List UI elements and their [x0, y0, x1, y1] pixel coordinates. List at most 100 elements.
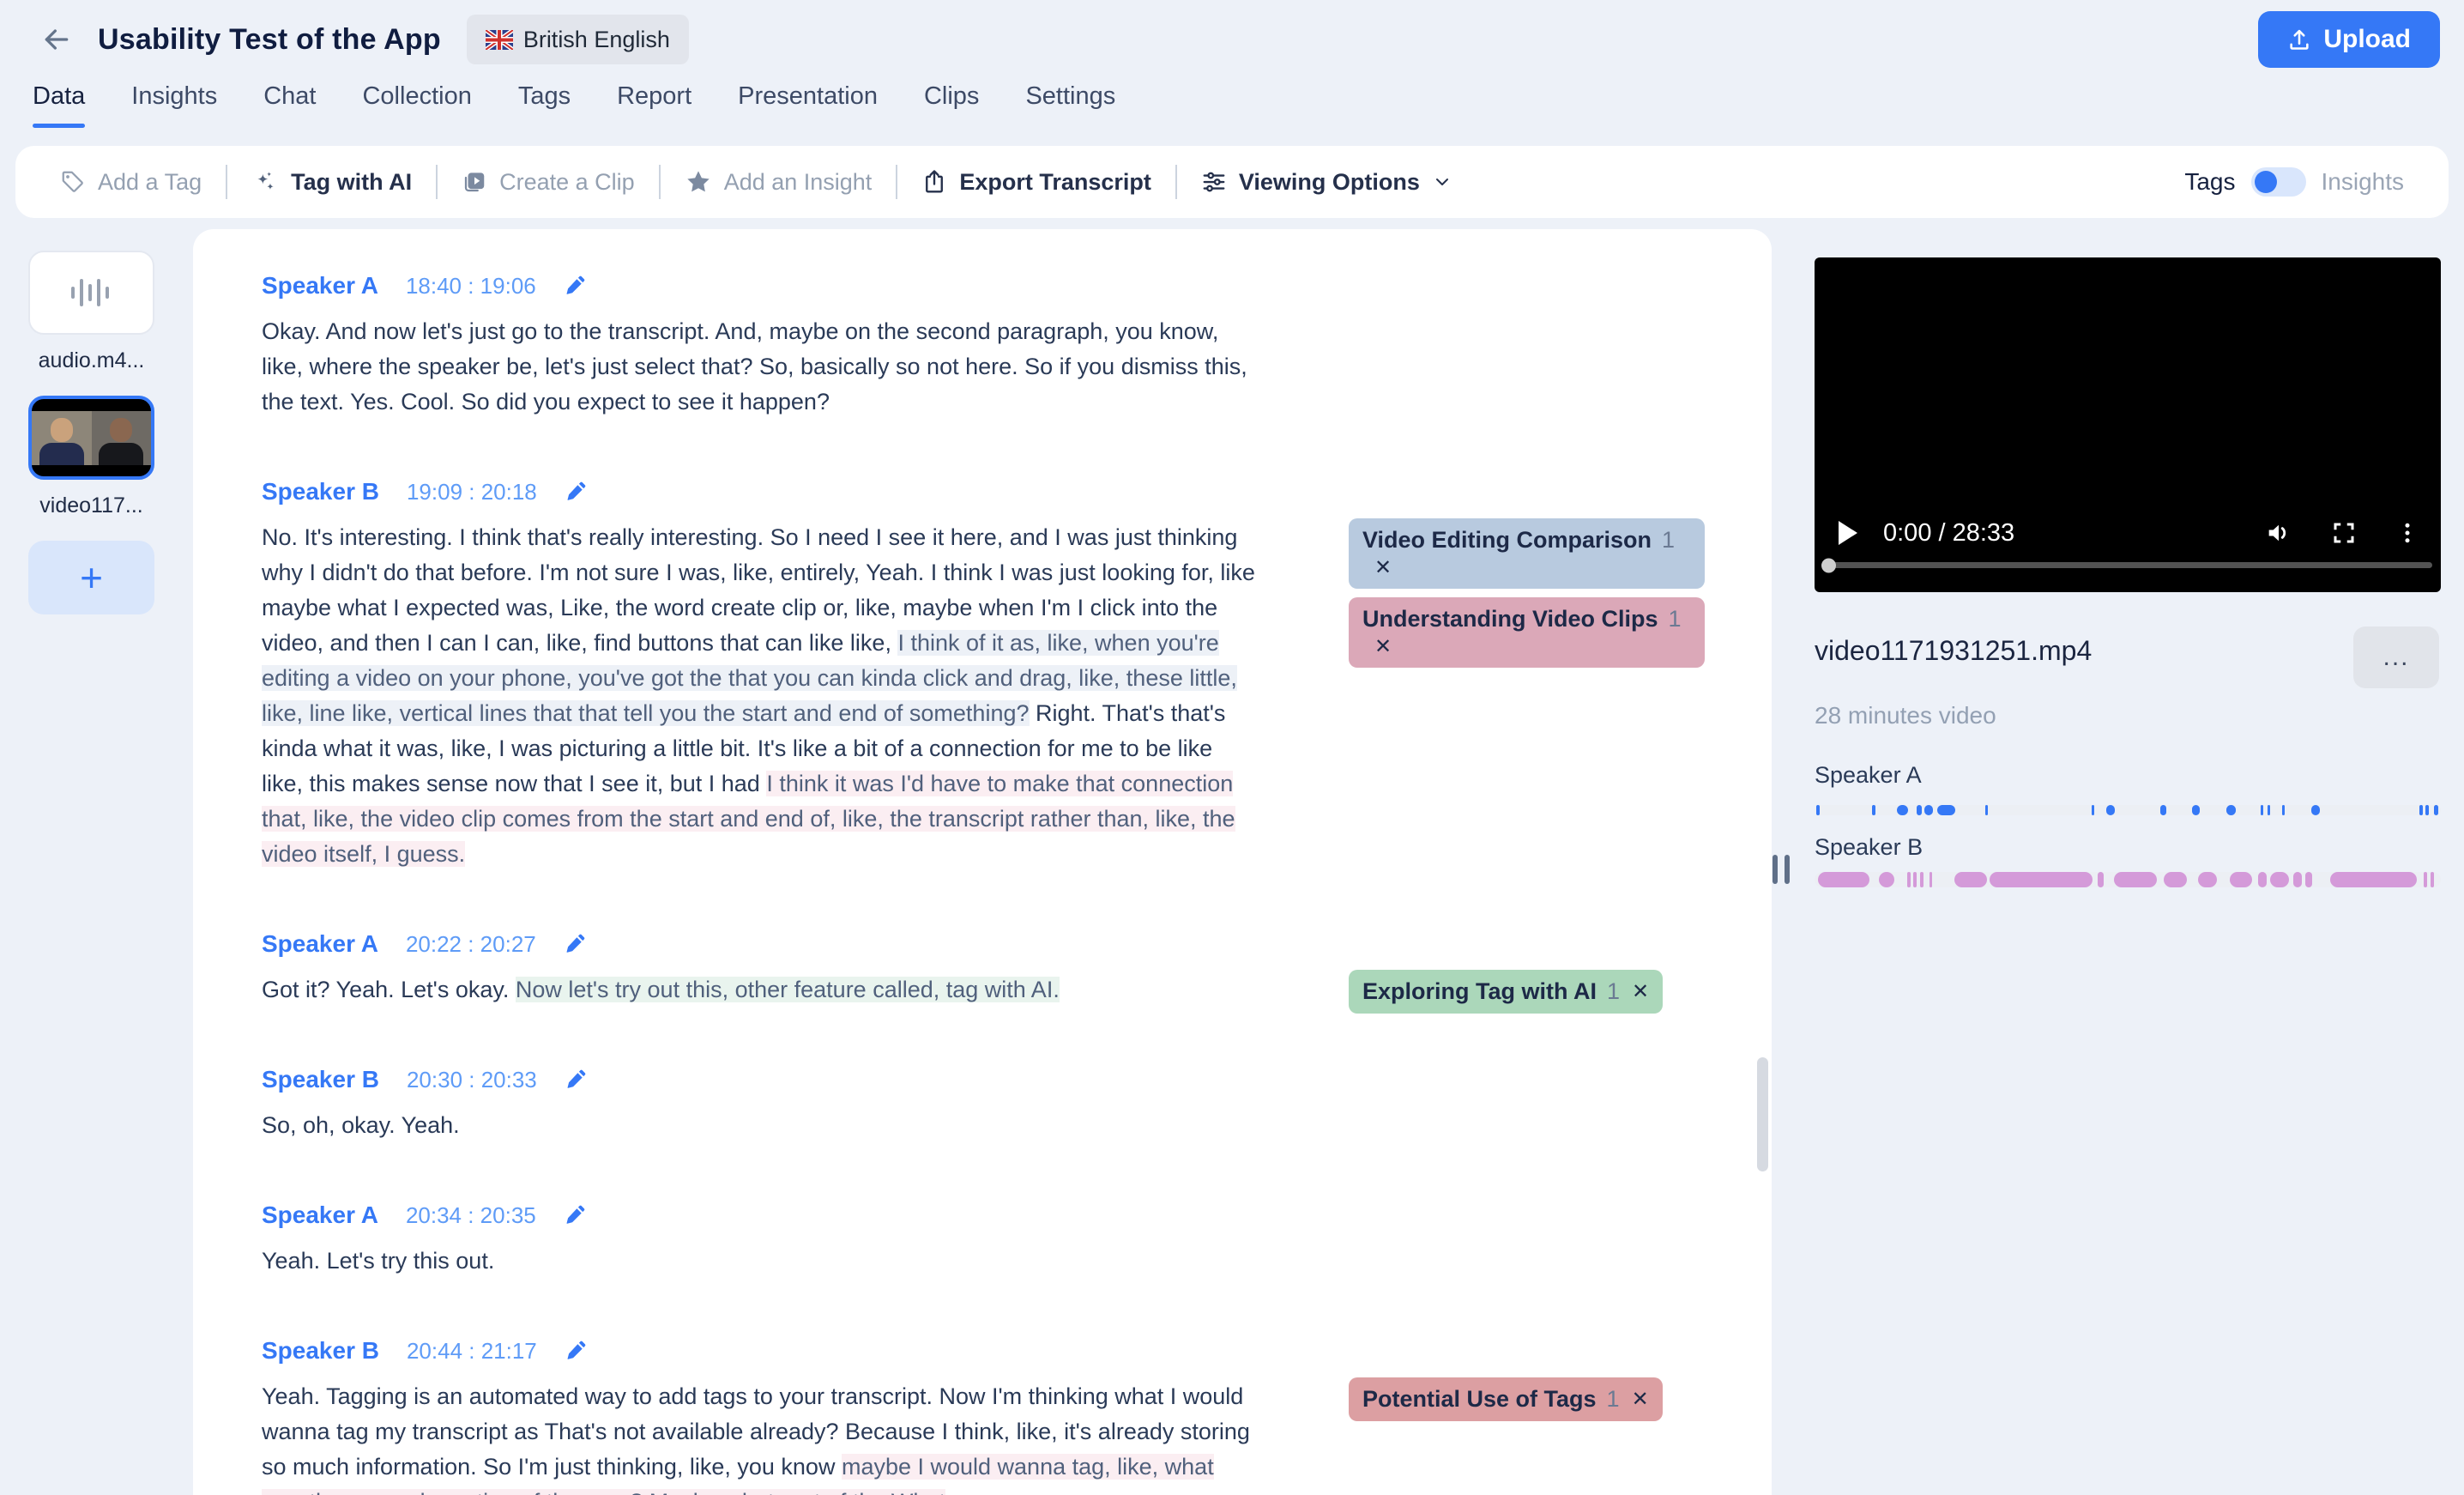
toggle-insights-label[interactable]: Insights [2322, 168, 2405, 196]
edit-speaker-button[interactable] [565, 481, 587, 503]
entry-timestamp[interactable]: 20:44 : 21:17 [407, 1338, 537, 1365]
tab-data[interactable]: Data [33, 82, 86, 128]
transcript-text-segment: So, oh, okay. Yeah. [262, 1112, 460, 1138]
tab-presentation[interactable]: Presentation [738, 82, 878, 128]
add-an-insight-button[interactable]: Add an Insight [685, 168, 873, 196]
timeline-segment [1954, 872, 1987, 887]
tag-video-editing-comparison[interactable]: Video Editing Comparison 1 ✕ [1349, 518, 1705, 589]
timeline-segment [1897, 805, 1909, 815]
tag-exploring-tag-with-ai[interactable]: Exploring Tag with AI 1 ✕ [1349, 970, 1664, 1014]
timeline-segment [2305, 872, 2312, 887]
speaker-link[interactable]: Speaker B [262, 1066, 379, 1093]
tag-remove-button[interactable]: ✕ [1374, 556, 1392, 579]
tags-insights-toggle[interactable] [2250, 167, 2306, 197]
tab-clips[interactable]: Clips [924, 82, 979, 128]
tag-count: 1 [1607, 978, 1621, 1004]
video-time: 0:00 / 28:33 [1883, 518, 2015, 547]
toggle-tags-label[interactable]: Tags [2184, 168, 2235, 196]
timeline-segment [2423, 872, 2427, 887]
speaker-link[interactable]: Speaker A [262, 1201, 378, 1229]
video-player[interactable]: 0:00 / 28:33 [1815, 257, 2441, 592]
play-button[interactable] [1839, 521, 1857, 545]
media-options-button[interactable]: ... [2353, 626, 2439, 688]
upload-icon [2290, 29, 2309, 50]
entry-timestamp[interactable]: 20:30 : 20:33 [407, 1067, 537, 1093]
create-a-clip-button[interactable]: Create a Clip [462, 169, 635, 196]
sparkles-icon [257, 172, 274, 191]
entry-header: Speaker A 20:34 : 20:35 [262, 1198, 1772, 1232]
edit-speaker-button[interactable] [564, 275, 586, 297]
timeline-segment [1916, 805, 1922, 815]
panel-resize-handle[interactable] [1773, 855, 1790, 884]
add-an-insight-label: Add an Insight [723, 168, 873, 195]
tag-label: Exploring Tag with AI [1362, 978, 1597, 1004]
tab-settings[interactable]: Settings [1025, 82, 1115, 128]
edit-speaker-button[interactable] [565, 1068, 587, 1091]
entry-header: Speaker B 20:44 : 21:17 [262, 1334, 1772, 1368]
timeline-segment [2226, 805, 2236, 815]
pencil-icon [566, 1205, 585, 1224]
timeline-segment [2425, 805, 2430, 815]
media-detail-panel: 0:00 / 28:33 video1171931251.mp4 ... 28 … [1815, 257, 2441, 1201]
timeline-segment [1913, 872, 1917, 887]
tab-insights[interactable]: Insights [131, 82, 217, 128]
transcript-paragraph: Got it? Yeah. Let's okay. Now let's try … [262, 972, 1257, 1008]
entry-timestamp[interactable]: 20:22 : 20:27 [406, 931, 536, 958]
timeline-segment [1817, 872, 1870, 887]
timeline-segment [2261, 805, 2264, 815]
tag-with-ai-button[interactable]: Tag with AI [251, 168, 412, 196]
back-button[interactable] [38, 21, 75, 58]
tab-report[interactable]: Report [617, 82, 691, 128]
add-file-button[interactable]: + [28, 541, 154, 614]
pencil-icon [567, 1341, 586, 1359]
speaker-link[interactable]: Speaker B [262, 1337, 379, 1365]
video-file-item-selected[interactable] [28, 396, 154, 480]
tag-potential-use-of-tags[interactable]: Potential Use of Tags 1 ✕ [1349, 1377, 1663, 1421]
speaker-link[interactable]: Speaker A [262, 930, 378, 958]
viewing-options-button[interactable]: Viewing Options [1201, 169, 1452, 196]
entry-timestamp[interactable]: 20:34 : 20:35 [406, 1202, 536, 1229]
audio-file-item[interactable] [28, 251, 154, 335]
edit-speaker-button[interactable] [564, 1204, 586, 1226]
tab-tags[interactable]: Tags [518, 82, 571, 128]
timeline-segment [2097, 872, 2105, 887]
tag-remove-button[interactable]: ✕ [1374, 635, 1392, 658]
upload-button[interactable]: Upload [2258, 11, 2440, 68]
video-progress-bar[interactable] [1821, 558, 2432, 572]
entry-timestamp[interactable]: 18:40 : 19:06 [406, 273, 536, 300]
tag-understanding-video-clips[interactable]: Understanding Video Clips 1 ✕ [1349, 597, 1705, 668]
kebab-menu-icon [2405, 523, 2410, 543]
language-badge[interactable]: British English [466, 15, 689, 64]
transcript-paragraph: So, oh, okay. Yeah. [262, 1108, 1257, 1143]
add-a-tag-button[interactable]: Add a Tag [60, 169, 202, 196]
speaker-link[interactable]: Speaker A [262, 272, 378, 300]
entry-timestamp[interactable]: 19:09 : 20:18 [407, 479, 537, 505]
timeline-segment [1929, 872, 1933, 887]
tab-collection[interactable]: Collection [362, 82, 471, 128]
viewing-options-label: Viewing Options [1238, 168, 1420, 195]
speaker-link[interactable]: Speaker B [262, 478, 379, 505]
transcript-paragraph: Yeah. Let's try this out. [262, 1244, 1257, 1279]
timeline-segment [1924, 805, 1933, 815]
tag-remove-button[interactable]: ✕ [1632, 979, 1649, 1004]
export-transcript-button[interactable]: Export Transcript [921, 169, 1151, 196]
transcript-scrollbar[interactable] [1757, 1057, 1768, 1171]
volume-button[interactable] [2264, 518, 2293, 548]
tag-label: Potential Use of Tags [1362, 1386, 1597, 1412]
speaker-a-timeline[interactable] [1815, 805, 2441, 815]
edit-speaker-button[interactable] [565, 1340, 587, 1362]
fullscreen-button[interactable] [2331, 520, 2357, 546]
toolbar-divider [1175, 165, 1177, 199]
tab-chat[interactable]: Chat [263, 82, 316, 128]
speaker-b-timeline[interactable] [1815, 872, 2441, 887]
timeline-segment [2292, 872, 2302, 887]
tag-remove-button[interactable]: ✕ [1632, 1387, 1649, 1412]
tags-insights-toggle-group: Tags Insights [2184, 167, 2404, 197]
pencil-icon [566, 934, 585, 953]
player-menu-button[interactable] [2395, 520, 2420, 546]
upload-button-label: Upload [2323, 25, 2411, 53]
timeline-segment [1984, 805, 1989, 815]
edit-speaker-button[interactable] [564, 933, 586, 955]
progress-handle[interactable] [1821, 558, 1836, 572]
timeline-segment [2113, 872, 2157, 887]
